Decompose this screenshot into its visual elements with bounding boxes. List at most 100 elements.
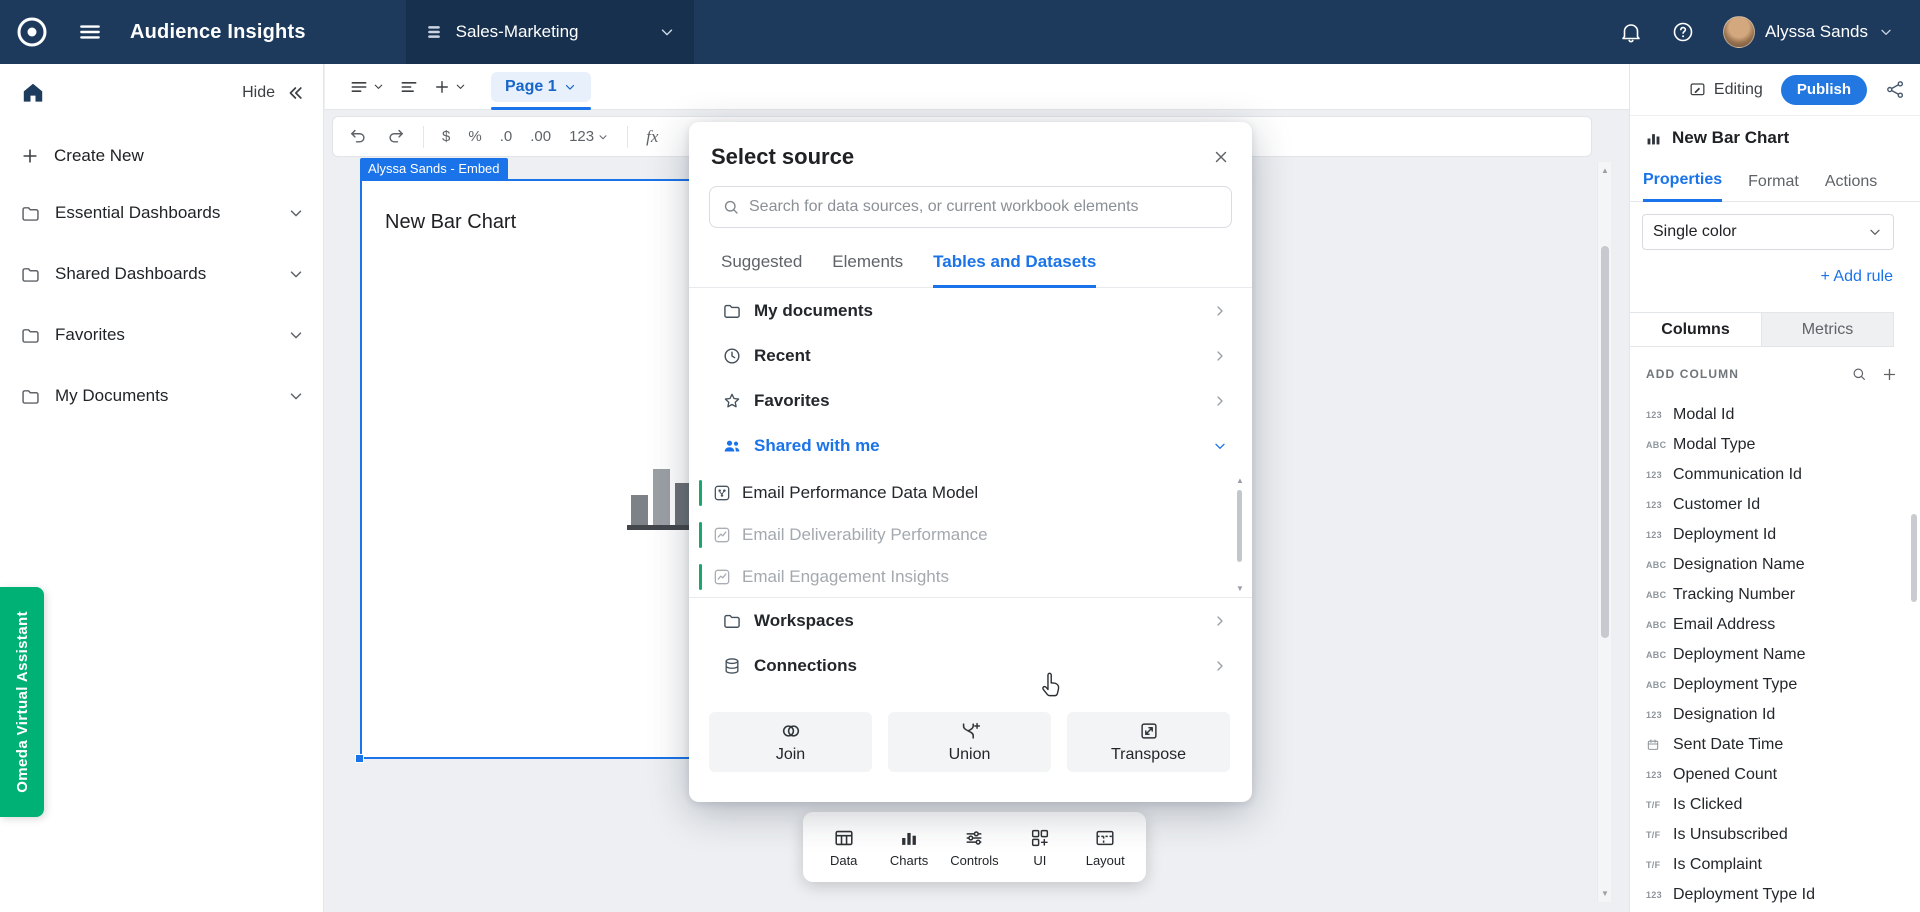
app-logo[interactable] [0,0,64,64]
column-row[interactable]: T/FIs Unsubscribed [1630,820,1908,850]
align-icon [399,77,419,97]
currency-format-button[interactable]: $ [442,128,450,145]
dock-controls-button[interactable]: Controls [944,827,1004,868]
help-button[interactable] [1671,20,1695,44]
green-accent-bar [699,522,702,548]
column-row[interactable]: ABCDeployment Name [1630,640,1908,670]
source-shared-with-me[interactable]: Shared with me [689,423,1252,468]
column-row[interactable]: Sent Date Time [1630,730,1908,760]
tab-elements[interactable]: Elements [832,252,903,287]
column-row[interactable]: 123Deployment Id [1630,520,1908,550]
resize-handle[interactable] [355,754,364,763]
union-button[interactable]: Union [888,712,1051,772]
column-row[interactable]: T/FIs Complaint [1630,850,1908,880]
column-row[interactable]: ABCDesignation Name [1630,550,1908,580]
column-row[interactable]: 123Deployment Type Id [1630,880,1908,910]
join-button[interactable]: Join [709,712,872,772]
sliders-icon [963,827,985,849]
column-row[interactable]: 123Opened Count [1630,760,1908,790]
create-new-label: Create New [54,146,144,166]
dock-ui-button[interactable]: UI [1010,827,1070,868]
share-button[interactable] [1885,79,1906,100]
notifications-button[interactable] [1619,20,1643,44]
item-email-performance-data-model[interactable]: Email Performance Data Model [689,472,1252,514]
transpose-button[interactable]: Transpose [1067,712,1230,772]
create-new-button[interactable]: Create New [0,146,323,166]
edit-icon [1688,80,1707,99]
panel-scrollbar-thumb[interactable] [1911,514,1917,602]
editing-button[interactable]: Editing [1688,80,1763,99]
column-row[interactable]: ABCTracking Number [1630,580,1908,610]
scroll-down-icon[interactable]: ▼ [1234,584,1246,593]
tab-columns[interactable]: Columns [1630,313,1761,346]
sidebar-item-essential-dashboards[interactable]: Essential Dashboards [0,184,323,242]
scroll-down-icon[interactable]: ▼ [1598,889,1612,898]
app-title: Audience Insights [130,21,306,44]
source-connections[interactable]: Connections [689,643,1252,688]
add-page-button[interactable] [433,78,467,96]
search-icon[interactable] [1851,366,1867,382]
decrease-decimal-button[interactable]: .0 [500,128,513,145]
publish-button[interactable]: Publish [1781,75,1867,105]
tab-metrics[interactable]: Metrics [1761,313,1893,346]
tab-suggested[interactable]: Suggested [721,252,802,287]
column-row[interactable]: ABCDeployment Type [1630,670,1908,700]
list-scrollbar[interactable]: ▲ ▼ [1234,474,1246,595]
sidebar-item-my-documents[interactable]: My Documents [0,367,323,425]
column-row[interactable]: T/FIs Clicked [1630,790,1908,820]
home-button[interactable] [20,80,46,106]
chevron-down-icon [287,387,305,405]
add-rule-link[interactable]: + Add rule [1821,268,1894,286]
boolean-type-icon: T/F [1646,860,1673,870]
sidebar-item-favorites[interactable]: Favorites [0,306,323,364]
divider [423,126,424,148]
dock-layout-button[interactable]: Layout [1075,827,1135,868]
scrollbar-thumb[interactable] [1601,246,1609,638]
undo-button[interactable] [349,127,368,146]
tab-actions[interactable]: Actions [1825,160,1877,201]
scroll-up-icon[interactable]: ▲ [1598,166,1612,175]
scroll-up-icon[interactable]: ▲ [1234,476,1246,485]
column-row[interactable]: ABCModal Type [1630,430,1908,460]
workspace-selector[interactable]: Sales-Marketing [406,0,694,64]
column-row[interactable]: 123Modal Id [1630,400,1908,430]
virtual-assistant-tab[interactable]: Omeda Virtual Assistant [0,587,44,817]
dock-data-button[interactable]: Data [814,827,874,868]
column-row[interactable]: 123Communication Id [1630,460,1908,490]
close-button[interactable] [1212,148,1230,166]
sidebar-item-shared-dashboards[interactable]: Shared Dashboards [0,245,323,303]
column-row[interactable]: 123Designation Id [1630,700,1908,730]
increase-decimal-button[interactable]: .00 [530,128,551,145]
shared-items-list: Email Performance Data Model Email Deliv… [689,472,1252,598]
folder-icon [20,203,41,224]
percent-format-button[interactable]: % [468,128,481,145]
user-menu[interactable]: Alyssa Sands [1723,16,1894,48]
tab-tables-and-datasets[interactable]: Tables and Datasets [933,252,1096,288]
document-actions: Editing Publish [1630,64,1920,116]
dock-charts-button[interactable]: Charts [879,827,939,868]
color-mode-select[interactable]: Single color [1642,214,1894,250]
outline-button[interactable] [399,77,419,97]
scrollbar-thumb[interactable] [1237,490,1242,562]
navbar-right: Alyssa Sands [1619,16,1920,48]
source-workspaces[interactable]: Workspaces [689,598,1252,643]
source-recent[interactable]: Recent [689,333,1252,378]
source-favorites[interactable]: Favorites [689,378,1252,423]
redo-button[interactable] [386,127,405,146]
search-input[interactable] [749,198,1219,216]
folder-icon [20,386,41,407]
source-search[interactable] [709,186,1232,228]
formula-button[interactable]: fx [646,127,658,147]
column-row[interactable]: 123Customer Id [1630,490,1908,520]
column-row[interactable]: ABCEmail Address [1630,610,1908,640]
tab-format[interactable]: Format [1748,160,1799,201]
hide-sidebar-button[interactable]: Hide [242,83,305,103]
canvas-scrollbar[interactable]: ▲ ▼ [1597,162,1611,902]
add-column-button[interactable] [1881,366,1898,383]
source-my-documents[interactable]: My documents [689,288,1252,333]
tab-properties[interactable]: Properties [1643,160,1722,202]
hamburger-menu-button[interactable] [64,0,116,64]
page-tab[interactable]: Page 1 [491,72,591,102]
element-list-button[interactable] [349,77,385,97]
number-format-button[interactable]: 123 [569,128,609,145]
